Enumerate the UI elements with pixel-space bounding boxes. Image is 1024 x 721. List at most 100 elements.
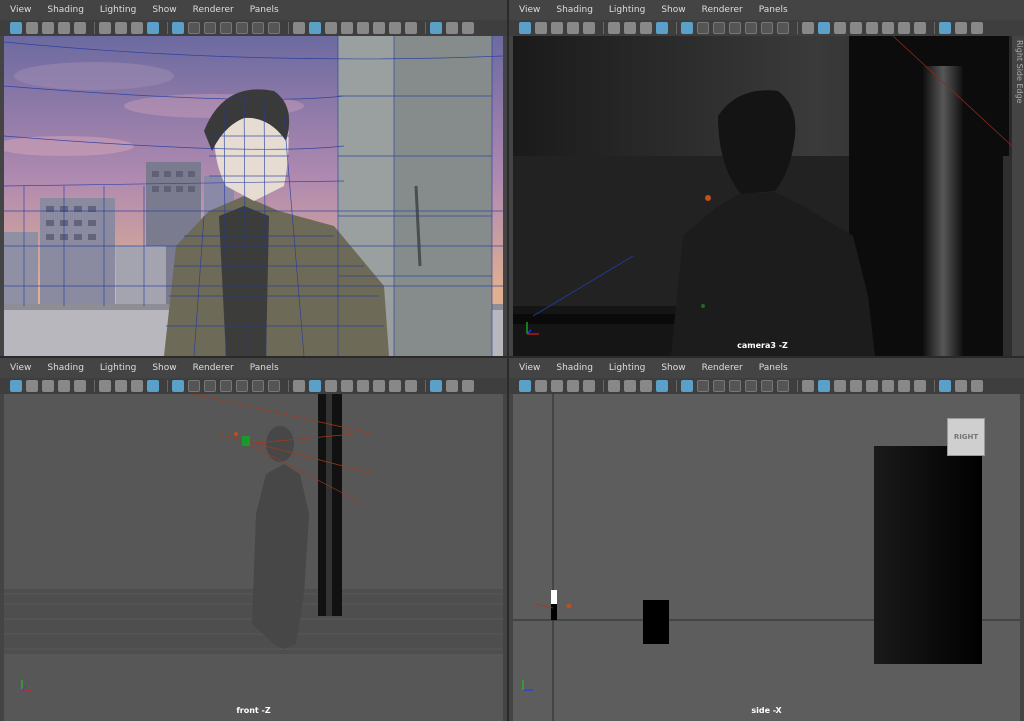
use-lights-icon[interactable] [882, 22, 894, 34]
safe-action-icon[interactable] [761, 22, 773, 34]
2d-pan-zoom-icon[interactable] [131, 380, 143, 392]
shadows-icon[interactable] [898, 380, 910, 392]
bookmark-icon[interactable] [58, 380, 70, 392]
menu-renderer[interactable]: Renderer [702, 363, 743, 373]
menu-show[interactable]: Show [152, 5, 176, 15]
wireframe-icon[interactable] [802, 380, 814, 392]
use-default-material-icon[interactable] [325, 22, 337, 34]
xray-joints-icon[interactable] [462, 22, 474, 34]
textured-icon[interactable] [866, 22, 878, 34]
bookmark-icon[interactable] [58, 22, 70, 34]
use-default-material-icon[interactable] [834, 22, 846, 34]
select-camera-icon[interactable] [535, 380, 547, 392]
safe-action-icon[interactable] [252, 22, 264, 34]
shadows-icon[interactable] [389, 22, 401, 34]
bookmark-icon[interactable] [567, 380, 579, 392]
menu-show[interactable]: Show [661, 363, 685, 373]
camera-attributes-icon[interactable] [10, 22, 22, 34]
smooth-shade-icon[interactable] [309, 380, 321, 392]
viewport-panel-camera3[interactable]: View Shading Lighting Show Renderer Pane… [509, 0, 1024, 356]
grease-pencil-icon[interactable] [99, 380, 111, 392]
wireframe-on-shaded-icon[interactable] [850, 22, 862, 34]
safe-action-icon[interactable] [252, 380, 264, 392]
gate-mask-icon[interactable] [220, 380, 232, 392]
textured-icon[interactable] [866, 380, 878, 392]
xray-icon[interactable] [446, 22, 458, 34]
wireframe-icon[interactable] [293, 380, 305, 392]
film-gate-icon[interactable] [697, 22, 709, 34]
viewport-camera3-canvas[interactable]: camera3 -Z [513, 36, 1012, 356]
menu-view[interactable]: View [519, 5, 540, 15]
2d-pan-zoom-icon[interactable] [640, 22, 652, 34]
camera-icon[interactable] [624, 22, 636, 34]
wireframe-on-shaded-icon[interactable] [850, 380, 862, 392]
2d-pan-zoom-icon[interactable] [640, 380, 652, 392]
pencil-icon[interactable] [147, 380, 159, 392]
xray-joints-icon[interactable] [462, 380, 474, 392]
resolution-gate-icon[interactable] [204, 380, 216, 392]
viewport-panel-persp[interactable]: View Shading Lighting Show Renderer Pane… [0, 0, 507, 356]
menu-lighting[interactable]: Lighting [609, 363, 645, 373]
select-camera-icon[interactable] [26, 22, 38, 34]
safe-title-icon[interactable] [268, 380, 280, 392]
resolution-gate-icon[interactable] [713, 380, 725, 392]
menu-panels[interactable]: Panels [759, 5, 788, 15]
ambient-occlusion-icon[interactable] [405, 380, 417, 392]
menu-renderer[interactable]: Renderer [702, 5, 743, 15]
pencil-icon[interactable] [656, 22, 668, 34]
image-plane-icon[interactable] [74, 380, 86, 392]
camera-icon[interactable] [115, 380, 127, 392]
menu-show[interactable]: Show [661, 5, 685, 15]
select-camera-icon[interactable] [26, 380, 38, 392]
use-default-material-icon[interactable] [834, 380, 846, 392]
horizontal-divider[interactable] [0, 356, 1024, 358]
menu-view[interactable]: View [10, 363, 31, 373]
xray-icon[interactable] [955, 380, 967, 392]
grease-pencil-icon[interactable] [608, 380, 620, 392]
menu-renderer[interactable]: Renderer [193, 5, 234, 15]
wireframe-icon[interactable] [802, 22, 814, 34]
lock-camera-icon[interactable] [551, 380, 563, 392]
xray-icon[interactable] [446, 380, 458, 392]
shadows-icon[interactable] [389, 380, 401, 392]
menu-view[interactable]: View [10, 5, 31, 15]
use-lights-icon[interactable] [373, 22, 385, 34]
safe-title-icon[interactable] [268, 22, 280, 34]
xray-icon[interactable] [955, 22, 967, 34]
image-plane-icon[interactable] [583, 380, 595, 392]
viewport-persp-canvas[interactable] [4, 36, 503, 356]
menu-show[interactable]: Show [152, 363, 176, 373]
menu-lighting[interactable]: Lighting [609, 5, 645, 15]
bookmark-icon[interactable] [567, 22, 579, 34]
menu-shading[interactable]: Shading [556, 363, 593, 373]
ambient-occlusion-icon[interactable] [914, 22, 926, 34]
menu-shading[interactable]: Shading [47, 5, 84, 15]
field-chart-icon[interactable] [236, 380, 248, 392]
grid-icon[interactable] [172, 380, 184, 392]
camera-attributes-icon[interactable] [519, 22, 531, 34]
viewport-panel-side[interactable]: View Shading Lighting Show Renderer Pane… [509, 358, 1024, 721]
wireframe-on-shaded-icon[interactable] [341, 380, 353, 392]
ambient-occlusion-icon[interactable] [914, 380, 926, 392]
textured-icon[interactable] [357, 380, 369, 392]
safe-title-icon[interactable] [777, 22, 789, 34]
field-chart-icon[interactable] [236, 22, 248, 34]
smooth-shade-icon[interactable] [818, 22, 830, 34]
lock-camera-icon[interactable] [551, 22, 563, 34]
isolate-select-icon[interactable] [430, 380, 442, 392]
isolate-select-icon[interactable] [430, 22, 442, 34]
shadows-icon[interactable] [898, 22, 910, 34]
viewport-side-canvas[interactable]: RIGHT side -X [513, 394, 1020, 721]
menu-lighting[interactable]: Lighting [100, 5, 136, 15]
film-gate-icon[interactable] [697, 380, 709, 392]
camera-attributes-icon[interactable] [10, 380, 22, 392]
xray-joints-icon[interactable] [971, 22, 983, 34]
film-gate-icon[interactable] [188, 22, 200, 34]
menu-shading[interactable]: Shading [47, 363, 84, 373]
smooth-shade-icon[interactable] [818, 380, 830, 392]
safe-title-icon[interactable] [777, 380, 789, 392]
grease-pencil-icon[interactable] [608, 22, 620, 34]
wireframe-icon[interactable] [293, 22, 305, 34]
isolate-select-icon[interactable] [939, 380, 951, 392]
menu-panels[interactable]: Panels [759, 363, 788, 373]
